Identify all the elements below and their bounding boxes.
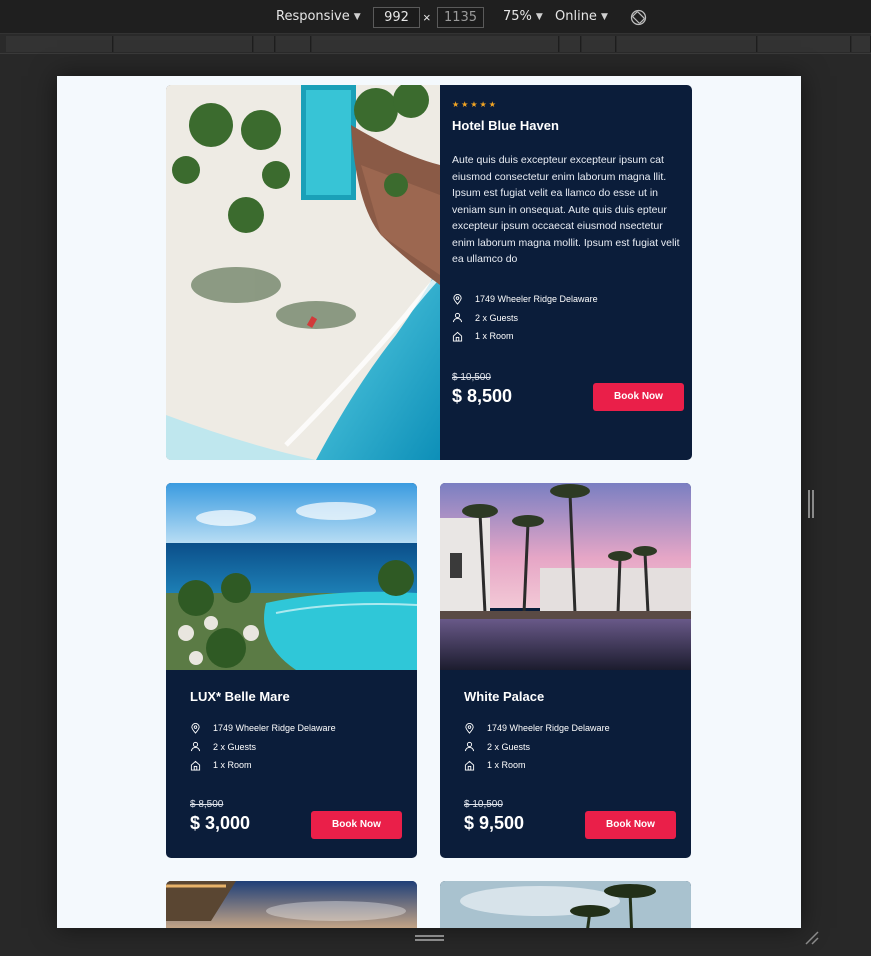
featured-card-body: ★★★★★ Hotel Blue Haven Aute quis duis ex… <box>452 85 687 460</box>
address-row: 1749 Wheeler Ridge Delaware <box>190 719 410 738</box>
old-price: $ 10,500 <box>464 799 503 810</box>
book-now-button[interactable]: Book Now <box>585 811 676 839</box>
hotel-description: Aute quis duis excepteur excepteur ipsum… <box>452 154 680 265</box>
home-icon <box>190 760 201 771</box>
hotel-card: LUX* Belle Mare 1749 Wheeler Ridge Delaw… <box>166 483 417 858</box>
hotel-image-palm-sky <box>440 881 691 928</box>
zoom-label: 75% <box>503 9 532 24</box>
media-query-bar[interactable] <box>276 36 311 52</box>
address-text: 1749 Wheeler Ridge Delaware <box>487 723 610 734</box>
rooms-text: 1 x Room <box>487 760 526 771</box>
user-icon <box>452 313 463 323</box>
rooms-text: 1 x Room <box>475 331 514 342</box>
hotel-image-sunset-lodge <box>166 881 417 928</box>
hotel-title: Hotel Blue Haven <box>452 118 559 133</box>
hotel-card: White Palace 1749 Wheeler Ridge Delaware… <box>440 483 691 858</box>
guests-row: 2 x Guests <box>452 309 672 328</box>
guests-row: 2 x Guests <box>464 738 684 757</box>
viewport-resize-handle-right[interactable] <box>808 490 814 518</box>
viewport-resize-handle-corner[interactable] <box>804 930 820 946</box>
home-icon <box>464 760 475 771</box>
location-pin-icon <box>453 293 462 305</box>
hotel-image-infinity-pool <box>166 483 417 670</box>
media-query-bar[interactable] <box>560 36 581 52</box>
media-query-ruler <box>0 34 871 54</box>
emulated-viewport: ★★★★★ Hotel Blue Haven Aute quis duis ex… <box>57 76 801 928</box>
chevron-down-icon: ▼ <box>535 12 543 22</box>
device-select-label: Responsive <box>276 9 350 24</box>
rooms-row: 1 x Room <box>452 327 672 346</box>
book-now-button[interactable]: Book Now <box>311 811 402 839</box>
address-row: 1749 Wheeler Ridge Delaware <box>464 719 684 738</box>
media-query-bar[interactable] <box>758 36 851 52</box>
rooms-row: 1 x Room <box>464 756 684 775</box>
device-toolbar: Responsive ▼ 992 × 1135 75% ▼ Online ▼ <box>0 0 871 34</box>
network-throttle-select[interactable]: Online ▼ <box>555 0 608 34</box>
guests-text: 2 x Guests <box>213 741 257 752</box>
dimension-separator: × <box>423 10 431 25</box>
media-query-bar[interactable] <box>6 36 113 52</box>
home-icon <box>452 331 463 342</box>
address-text: 1749 Wheeler Ridge Delaware <box>213 723 336 734</box>
media-query-bar[interactable] <box>312 36 559 52</box>
media-query-bar[interactable] <box>852 36 871 52</box>
height-input[interactable]: 1135 <box>437 7 484 28</box>
hotel-title: White Palace <box>464 689 545 704</box>
book-now-button[interactable]: Book Now <box>593 383 684 411</box>
media-query-bar[interactable] <box>582 36 616 52</box>
media-query-bar[interactable] <box>254 36 275 52</box>
rooms-text: 1 x Room <box>213 760 252 771</box>
chevron-down-icon: ▼ <box>600 12 608 22</box>
current-price: $ 3,000 <box>190 813 251 833</box>
guests-text: 2 x Guests <box>475 312 519 323</box>
old-price: $ 10,500 <box>452 372 491 383</box>
user-icon <box>190 742 201 752</box>
rooms-row: 1 x Room <box>190 756 410 775</box>
viewport-resize-handle-bottom[interactable] <box>415 935 444 941</box>
media-query-bar[interactable] <box>114 36 253 52</box>
location-pin-icon <box>191 722 200 734</box>
old-price: $ 8,500 <box>190 799 224 810</box>
hotel-info-list: 1749 Wheeler Ridge Delaware 2 x Guests 1… <box>452 290 672 346</box>
zoom-select[interactable]: 75% ▼ <box>503 0 543 34</box>
hotel-info-list: 1749 Wheeler Ridge Delaware 2 x Guests 1… <box>190 719 410 775</box>
hotel-image-beach <box>166 85 440 460</box>
user-icon <box>464 742 475 752</box>
featured-hotel-card: ★★★★★ Hotel Blue Haven Aute quis duis ex… <box>166 85 692 460</box>
chevron-down-icon: ▼ <box>353 12 361 22</box>
hotel-title: LUX* Belle Mare <box>190 689 290 704</box>
guests-row: 2 x Guests <box>190 738 410 757</box>
width-input[interactable]: 992 <box>373 7 420 28</box>
address-text: 1749 Wheeler Ridge Delaware <box>475 294 598 305</box>
guests-text: 2 x Guests <box>487 741 531 752</box>
current-price: $ 8,500 <box>452 386 513 406</box>
hotel-image-palm-resort <box>440 483 691 670</box>
network-label: Online <box>555 9 597 24</box>
rotate-icon[interactable] <box>630 9 647 26</box>
device-select[interactable]: Responsive ▼ <box>276 0 361 34</box>
media-query-bar[interactable] <box>617 36 757 52</box>
hotel-info-list: 1749 Wheeler Ridge Delaware 2 x Guests 1… <box>464 719 684 775</box>
location-pin-icon <box>465 722 474 734</box>
current-price: $ 9,500 <box>464 813 525 833</box>
star-rating: ★★★★★ <box>452 100 498 109</box>
hotel-card <box>440 881 691 928</box>
hotel-card <box>166 881 417 928</box>
address-row: 1749 Wheeler Ridge Delaware <box>452 290 672 309</box>
